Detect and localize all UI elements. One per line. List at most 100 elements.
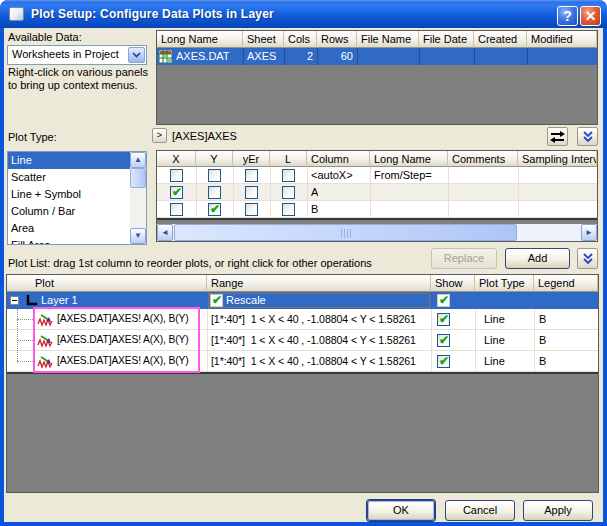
plot-type-item-line[interactable]: Line (8, 152, 130, 169)
checkbox-x-row2[interactable] (170, 203, 183, 216)
expand-panel-button[interactable]: > (152, 128, 167, 143)
combo-dropdown-button[interactable] (128, 47, 145, 63)
plot-type-item-line-symbol[interactable]: Line + Symbol (8, 186, 130, 203)
col-header-x[interactable]: X (157, 151, 196, 167)
col-header-rows[interactable]: Rows (317, 31, 357, 48)
columns-row-a[interactable]: A (157, 184, 597, 201)
col-header-sampling[interactable]: Sampling Interval (518, 151, 597, 167)
checkbox-y-row2[interactable] (208, 203, 221, 216)
expand-more-button-bottom[interactable] (577, 248, 598, 269)
col-header-range[interactable]: Range (207, 275, 431, 292)
layer-icon (25, 294, 38, 307)
expand-more-button-top[interactable] (577, 127, 598, 146)
rescale-label: Rescale (226, 294, 266, 306)
col-header-yer[interactable]: yEr (233, 151, 270, 167)
plot-show-checkbox-3[interactable] (437, 355, 450, 368)
checkbox-yer-row0[interactable] (245, 169, 258, 182)
col-header-column[interactable]: Column (307, 151, 370, 167)
worksheet-icon (159, 50, 172, 63)
checkbox-y-row1[interactable] (208, 186, 221, 199)
scroll-right-icon[interactable]: ► (581, 224, 597, 241)
col-header-modified[interactable]: Modified (527, 31, 597, 48)
available-data-combobox[interactable]: Worksheets in Project (7, 45, 147, 65)
checkbox-x-row1[interactable] (170, 186, 183, 199)
cell-cols: 2 (284, 50, 313, 62)
add-button[interactable]: Add (505, 248, 570, 269)
checkbox-l-row1[interactable] (282, 186, 295, 199)
cell-column-row2: B (311, 203, 318, 215)
scroll-left-icon[interactable]: ◄ (157, 224, 173, 241)
col-header-created[interactable]: Created (474, 31, 527, 48)
help-icon: ? (563, 8, 572, 24)
plot-setup-dialog: Plot Setup: Configure Data Plots in Laye… (0, 0, 607, 526)
data-table-row-axes[interactable]: AXES.DAT AXES 2 60 (157, 48, 597, 65)
plot-type-listbox[interactable]: Line Scatter Line + Symbol Column / Bar … (7, 151, 147, 245)
plot-type-3: Line (484, 355, 505, 367)
col-header-legend[interactable]: Legend (534, 275, 598, 292)
plot-type-item-column-bar[interactable]: Column / Bar (8, 203, 130, 220)
hscrollbar-thumb[interactable] (174, 224, 517, 241)
plot-type-item-scatter[interactable]: Scatter (8, 169, 130, 186)
rescale-checkbox[interactable] (210, 294, 223, 307)
replace-button-label: Replace (444, 252, 484, 264)
cell-rows: 60 (317, 50, 353, 62)
columns-row-autox[interactable]: <autoX> From/Step= (157, 167, 597, 184)
checkbox-yer-row2[interactable] (245, 203, 258, 216)
col-header-sheet[interactable]: Sheet (243, 31, 284, 48)
checkbox-l-row0[interactable] (282, 169, 295, 182)
plot-type-2: Line (484, 334, 505, 346)
tree-collapse-icon[interactable] (10, 296, 19, 305)
replace-button[interactable]: Replace (431, 248, 497, 269)
col-header-show[interactable]: Show (431, 275, 475, 292)
expand-more-icon (582, 131, 594, 143)
swap-columns-button[interactable] (547, 127, 568, 146)
col-header-l[interactable]: L (270, 151, 307, 167)
plot-list-caption: Plot List: drag 1st column to reorder pl… (8, 257, 372, 269)
available-data-table: Long Name Sheet Cols Rows File Name File… (156, 30, 598, 125)
plot-type-scrollbar[interactable]: ▲ ▼ (130, 152, 146, 244)
plot-type-item-area[interactable]: Area (8, 220, 130, 237)
checkbox-l-row2[interactable] (282, 203, 295, 216)
plot-show-checkbox-1[interactable] (437, 313, 450, 326)
col-header-comments[interactable]: Comments (448, 151, 518, 167)
hint-text-line2: to bring up context menus. (8, 79, 138, 91)
sheet-band-label: [AXES]AXES (172, 130, 237, 142)
plot-legend-2: B (539, 334, 546, 346)
col-header-long-name[interactable]: Long Name (157, 31, 243, 48)
plot-type-item-fill-area[interactable]: Fill Area (8, 237, 130, 245)
col-header-file-name[interactable]: File Name (357, 31, 419, 48)
apply-button[interactable]: Apply (523, 500, 593, 521)
scrollbar-thumb[interactable] (130, 168, 146, 188)
col-header-file-date[interactable]: File Date (419, 31, 474, 48)
layer-label: Layer 1 (41, 294, 78, 306)
col-header-long-name2[interactable]: Long Name (370, 151, 448, 167)
checkbox-y-row0[interactable] (208, 169, 221, 182)
plot-legend-1: B (539, 313, 546, 325)
scroll-down-icon[interactable]: ▼ (130, 228, 146, 244)
scroll-up-icon[interactable]: ▲ (130, 152, 146, 168)
window-icon (9, 7, 24, 21)
cell-long-name: AXES.DAT (176, 50, 230, 62)
plot-legend-3: B (539, 355, 546, 367)
col-header-plot-type[interactable]: Plot Type (475, 275, 534, 292)
columns-row-b[interactable]: B (157, 201, 597, 218)
ok-button[interactable]: OK (367, 500, 435, 521)
cancel-button[interactable]: Cancel (445, 500, 515, 521)
hint-text-line1: Right-click on various panels (8, 66, 148, 78)
layer-show-checkbox[interactable] (437, 294, 450, 307)
col-header-plot[interactable]: Plot (7, 275, 207, 292)
checkbox-x-row0[interactable] (170, 169, 183, 182)
columns-table: X Y yEr L Column Long Name Comments Samp… (156, 150, 598, 242)
ok-button-label: OK (393, 504, 409, 516)
columns-table-hscrollbar[interactable]: ◄ ► (157, 224, 597, 241)
close-button[interactable]: ✕ (580, 6, 601, 26)
add-button-label: Add (528, 252, 548, 264)
help-button[interactable]: ? (557, 6, 578, 26)
col-header-cols[interactable]: Cols (284, 31, 317, 48)
title-bar[interactable]: Plot Setup: Configure Data Plots in Laye… (0, 0, 607, 28)
plot-show-checkbox-2[interactable] (437, 334, 450, 347)
checkbox-yer-row1[interactable] (245, 186, 258, 199)
window-title: Plot Setup: Configure Data Plots in Laye… (31, 7, 274, 21)
col-header-y[interactable]: Y (196, 151, 233, 167)
layer-range-cell[interactable]: Rescale (207, 292, 431, 309)
